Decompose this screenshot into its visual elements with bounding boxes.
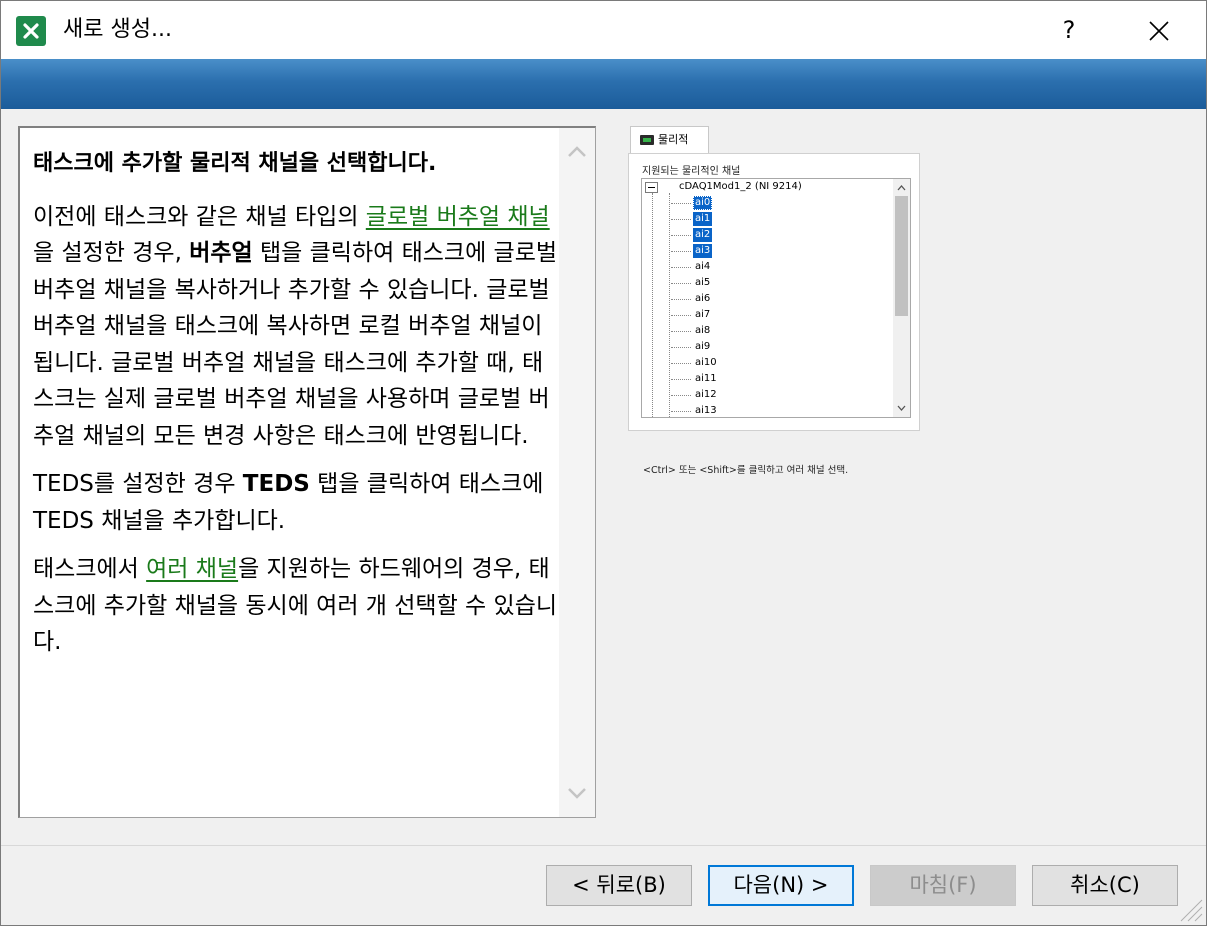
- finish-button[interactable]: 마침(F): [870, 865, 1016, 906]
- scrollbar-thumb[interactable]: [895, 196, 908, 316]
- tree-guide: [671, 219, 691, 220]
- channel-item[interactable]: ai8: [693, 324, 712, 338]
- selection-hint: <Ctrl> 또는 <Shift>를 클릭하고 여러 채널 선택.: [643, 465, 849, 476]
- physical-tab-content: 지원되는 물리적인 채널 cDAQ1Mod1_2 (NI 9214) ai0 ai…: [628, 153, 920, 476]
- link-global-virtual-channel[interactable]: 글로벌 버추얼 채널: [366, 204, 550, 230]
- tab-physical[interactable]: 물리적: [630, 126, 709, 155]
- help-paragraph-1: 이전에 태스크와 같은 채널 타입의 글로벌 버추얼 채널을 설정한 경우, 버…: [33, 203, 558, 449]
- tree-guide: [671, 299, 691, 300]
- help-panel: 태스크에 추가할 물리적 채널을 선택합니다. 이전에 태스크와 같은 채널 타…: [18, 126, 596, 818]
- chevron-up-icon[interactable]: [565, 140, 589, 164]
- next-button[interactable]: 다음(N) >: [708, 865, 854, 906]
- channel-item[interactable]: ai3: [693, 244, 713, 258]
- tree-guide: [671, 395, 691, 396]
- tree-guide: [669, 193, 670, 417]
- help-text: 태스크에 추가할 물리적 채널을 선택합니다. 이전에 태스크와 같은 채널 타…: [33, 146, 558, 673]
- tree-guide: [671, 267, 691, 268]
- help-heading: 태스크에 추가할 물리적 채널을 선택합니다.: [33, 151, 437, 176]
- channel-item[interactable]: ai10: [693, 356, 719, 370]
- help-paragraph-2: TEDS를 설정한 경우 TEDS 탭을 클릭하여 태스크에 TEDS 채널을 …: [33, 471, 544, 534]
- tree-guide: [652, 193, 653, 417]
- title-bar: 새로 생성... ?: [1, 1, 1206, 59]
- help-paragraph-3: 태스크에서 여러 채널을 지원하는 하드웨어의 경우, 태스크에 추가할 채널을…: [33, 556, 558, 655]
- channel-item[interactable]: ai6: [693, 292, 712, 306]
- channel-item[interactable]: ai9: [693, 340, 712, 354]
- help-button[interactable]: ?: [1053, 11, 1085, 49]
- window-title: 새로 생성...: [63, 17, 172, 42]
- help-scrollbar[interactable]: [559, 128, 595, 817]
- chevron-down-icon[interactable]: [897, 404, 906, 412]
- channel-item[interactable]: ai0: [693, 196, 713, 210]
- tree-scrollbar[interactable]: [893, 179, 910, 417]
- chevron-down-icon[interactable]: [565, 781, 589, 805]
- footer-divider: [1, 845, 1206, 846]
- tree-guide: [671, 363, 691, 364]
- tree-guide: [671, 379, 691, 380]
- channel-item[interactable]: ai13: [693, 404, 719, 417]
- tree-guide: [671, 331, 691, 332]
- device-icon: [640, 135, 654, 145]
- app-icon: [16, 16, 46, 46]
- supported-channels-label: 지원되는 물리적인 채널: [642, 166, 741, 177]
- back-button[interactable]: < 뒤로(B): [546, 865, 692, 906]
- tree-guide: [671, 411, 691, 412]
- resize-grip-icon[interactable]: [1175, 894, 1203, 922]
- device-node[interactable]: cDAQ1Mod1_2 (NI 9214): [679, 180, 802, 194]
- collapse-icon[interactable]: [645, 182, 658, 193]
- channel-tree[interactable]: cDAQ1Mod1_2 (NI 9214) ai0 ai1 ai2 ai3 ai4 ai5…: [641, 178, 911, 418]
- tree-guide: [671, 347, 691, 348]
- channel-item[interactable]: ai1: [693, 212, 713, 226]
- close-button[interactable]: [1139, 11, 1179, 51]
- channel-item[interactable]: ai2: [693, 228, 713, 242]
- tree-guide: [671, 283, 691, 284]
- channel-item[interactable]: ai4: [693, 260, 712, 274]
- tree-guide: [671, 235, 691, 236]
- link-multiple-channels[interactable]: 여러 채널: [146, 556, 238, 582]
- cancel-button[interactable]: 취소(C): [1032, 865, 1178, 906]
- header-banner: [1, 59, 1206, 109]
- tree-guide: [671, 251, 691, 252]
- channel-item[interactable]: ai12: [693, 388, 719, 402]
- chevron-up-icon[interactable]: [897, 184, 906, 192]
- tree-guide: [671, 203, 691, 204]
- close-icon: [1149, 21, 1169, 41]
- channel-item[interactable]: ai11: [693, 372, 719, 386]
- tree-guide: [671, 315, 691, 316]
- channel-item[interactable]: ai5: [693, 276, 712, 290]
- channel-item[interactable]: ai7: [693, 308, 712, 322]
